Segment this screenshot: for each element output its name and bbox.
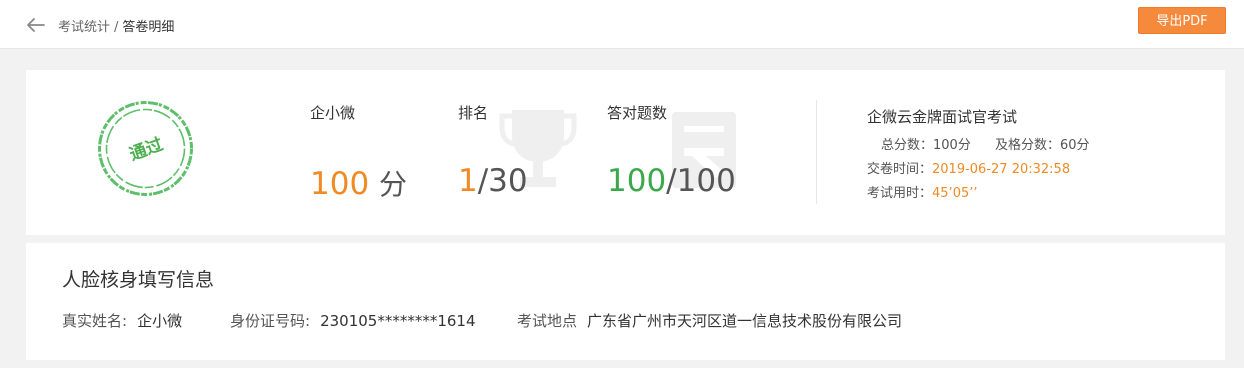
submit-time-value: 2019-06-27 20:32:58 (932, 162, 1071, 177)
correct-count-display: 100/100 (607, 163, 736, 199)
score-info-line: 总分数：100分 及格分数：60分 (881, 134, 1090, 153)
exam-title: 企微云金牌面试官考试 (867, 108, 1018, 126)
rank-total: /30 (477, 163, 528, 199)
back-arrow-icon[interactable] (24, 14, 46, 36)
rank-label: 排名 (458, 104, 489, 122)
real-name-value: 企小微 (137, 312, 183, 330)
breadcrumb-separator: / (114, 20, 119, 35)
duration-label: 考试用时： (867, 186, 933, 201)
vertical-divider (816, 100, 817, 204)
real-name-label: 真实姓名: (62, 312, 128, 330)
breadcrumb-current: 答卷明细 (122, 20, 175, 35)
correct-count-label: 答对题数 (607, 104, 668, 122)
duration-line: 考试用时：45’05’’ (867, 182, 978, 201)
score-display: 100 分 (310, 163, 407, 203)
exam-location-label: 考试地点 (517, 312, 578, 330)
rank-display: 1/30 (458, 163, 528, 199)
id-number-row: 身份证号码: 230105********1614 (230, 310, 476, 331)
correct-count-value: 100 (607, 163, 667, 199)
rank-value: 1 (458, 163, 478, 199)
breadcrumb: 考试统计 / 答卷明细 (58, 16, 174, 35)
score-unit: 分 (379, 168, 408, 201)
score-value: 100 (310, 166, 370, 202)
exam-location-value: 广东省广州市天河区道一信息技术股份有限公司 (587, 312, 903, 330)
identity-section-title: 人脸核身填写信息 (62, 269, 215, 291)
correct-count-total: /100 (666, 163, 736, 199)
total-score-value: 100分 (933, 138, 971, 153)
real-name-row: 真实姓名: 企小微 (62, 310, 182, 331)
identity-info-card: 人脸核身填写信息 真实姓名: 企小微 身份证号码: 230105********16… (26, 243, 1225, 360)
submit-time-line: 交卷时间：2019-06-27 20:32:58 (867, 158, 1070, 177)
exam-location-row: 考试地点 广东省广州市天河区道一信息技术股份有限公司 (517, 310, 902, 331)
id-number-label: 身份证号码: (230, 312, 311, 330)
submit-time-label: 交卷时间： (867, 162, 933, 177)
breadcrumb-parent[interactable]: 考试统计 (58, 20, 110, 35)
candidate-name: 企小微 (310, 104, 356, 122)
pass-score-value: 60分 (1060, 138, 1090, 153)
duration-value: 45’05’’ (932, 186, 978, 201)
total-score-label: 总分数： (881, 138, 934, 153)
pass-score-label: 及格分数： (994, 138, 1060, 153)
id-number-value: 230105********1614 (320, 312, 476, 330)
top-bar: 考试统计 / 答卷明细 导出PDF (0, 0, 1244, 49)
result-summary-card: 通过 企小微 100 分 排名 1/30 答对题数 100/100 企微云金牌面… (26, 70, 1225, 235)
export-pdf-button[interactable]: 导出PDF (1138, 7, 1226, 34)
pass-stamp: 通过 (96, 99, 195, 198)
